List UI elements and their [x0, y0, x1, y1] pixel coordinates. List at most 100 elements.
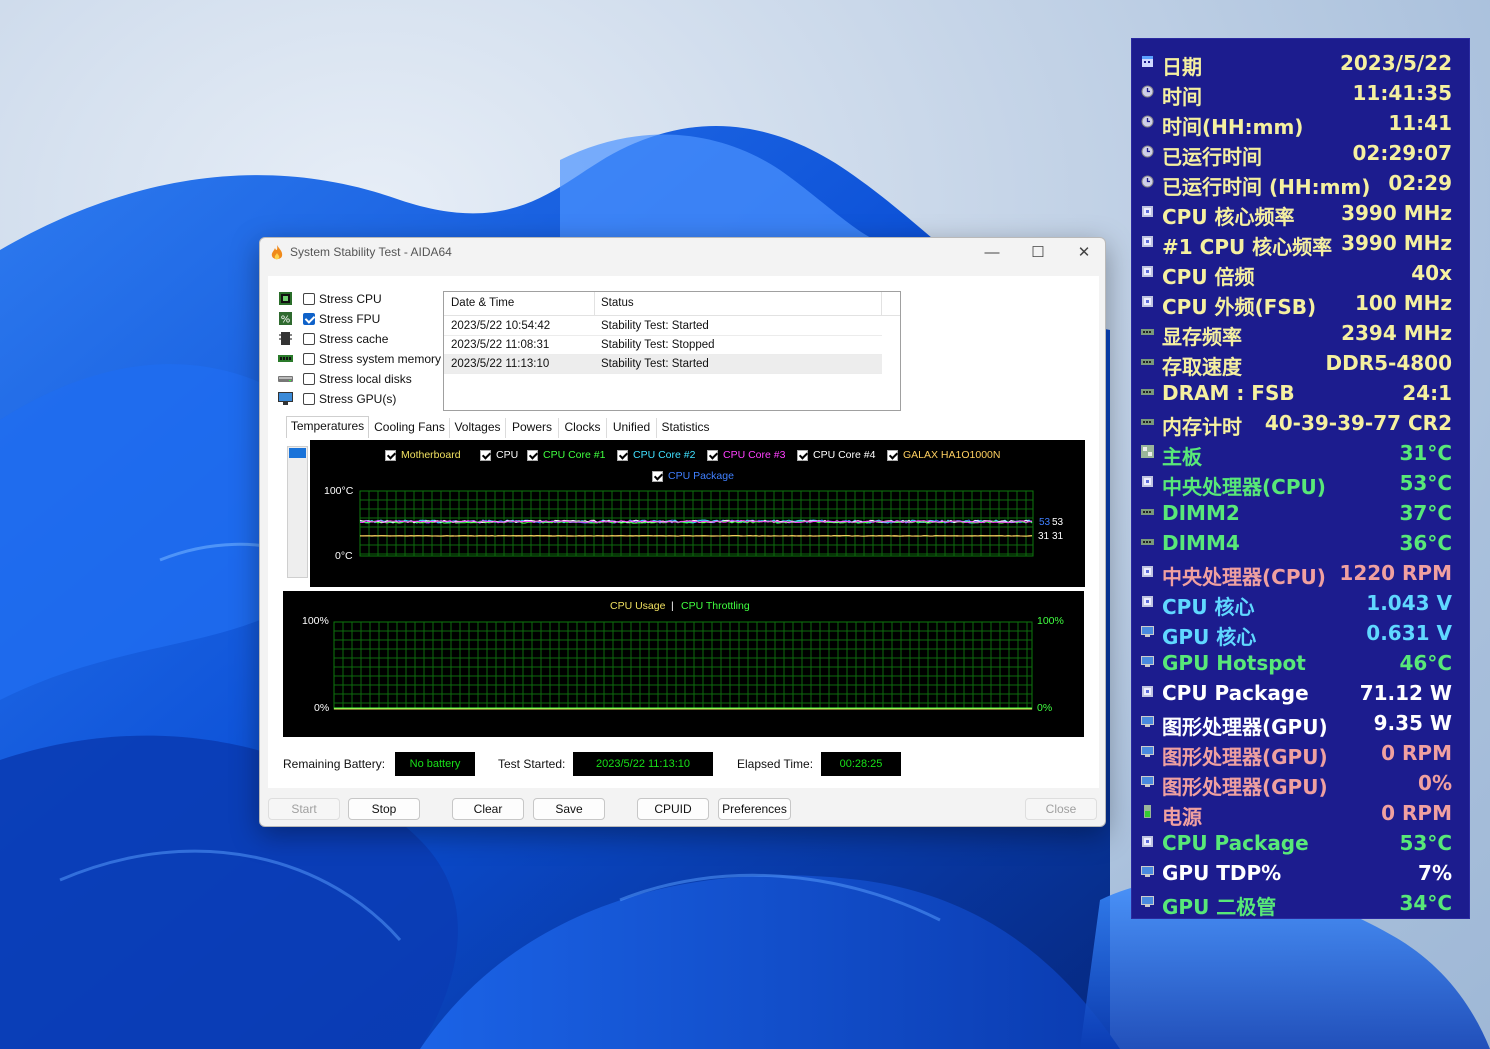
osd-label: 中央处理器(CPU) [1162, 565, 1326, 589]
tab-powers[interactable]: Powers [506, 418, 559, 438]
column-header-datetime[interactable]: Date & Time [451, 297, 514, 309]
stress-gpu-option[interactable]: Stress GPU(s) [278, 390, 448, 408]
osd-label: 图形处理器(GPU) [1162, 745, 1328, 769]
stress-cpu-option[interactable]: Stress CPU [278, 290, 448, 308]
osd-row: GPU 二极管 34°C [1132, 887, 1471, 919]
log-status: Stability Test: Stopped [601, 339, 715, 351]
stress-cpu-checkbox[interactable] [303, 293, 315, 305]
tab-temperatures[interactable]: Temperatures [286, 416, 369, 438]
cpuid-button[interactable]: CPUID [637, 798, 709, 820]
preferences-button[interactable]: Preferences [718, 798, 791, 820]
osd-value: 53°C [1399, 471, 1452, 495]
cpu-chip-icon [1142, 236, 1153, 247]
battery-icon [1144, 805, 1151, 818]
battery-value: No battery [395, 752, 475, 776]
plot-frame [359, 490, 1034, 557]
stress-disks-option[interactable]: Stress local disks [278, 370, 448, 388]
legend-checkbox[interactable] [617, 450, 628, 461]
flame-icon [271, 245, 283, 260]
scrollbar-thumb[interactable] [289, 448, 306, 458]
close-button[interactable]: Close [1025, 798, 1097, 820]
osd-row: 日期 2023/5/22 [1132, 47, 1471, 79]
temp-y-min-label: 0°C [335, 550, 353, 562]
osd-label: CPU Package [1162, 831, 1309, 855]
osd-label: 时间 [1162, 85, 1202, 109]
end-value-label: 31 [1052, 531, 1064, 542]
maximize-button[interactable]: ☐ [1015, 238, 1061, 268]
stress-cache-option[interactable]: Stress cache [278, 330, 448, 348]
stress-gpu-checkbox[interactable] [303, 393, 315, 405]
sensor-osd-panel: 日期 2023/5/22 时间 11:41:35 时间(HH:mm) 11:41 已运行时间… [1131, 38, 1470, 919]
osd-value: 34°C [1399, 891, 1452, 915]
tab-clocks[interactable]: Clocks [559, 418, 607, 438]
title-bar[interactable]: System Stability Test - AIDA64 — ☐ ✕ [260, 238, 1105, 268]
legend-checkbox[interactable] [887, 450, 898, 461]
cpu-chip-icon [279, 292, 292, 305]
osd-value: 40-39-39-77 CR2 [1264, 411, 1452, 435]
monitor-icon [1141, 716, 1154, 727]
osd-value: 02:29:07 [1352, 141, 1453, 165]
legend-label: CPU Core #4 [813, 449, 876, 461]
column-header-status[interactable]: Status [601, 297, 634, 309]
osd-label: 主板 [1162, 445, 1202, 469]
osd-label: #1 CPU 核心频率 [1162, 235, 1333, 259]
stress-disks-checkbox[interactable] [303, 373, 315, 385]
cpu-usage-graph-plot [333, 621, 1033, 710]
legend-checkbox[interactable] [385, 450, 396, 461]
stability-test-window: System Stability Test - AIDA64 — ☐ ✕ Str… [259, 237, 1106, 827]
legend-checkbox[interactable] [707, 450, 718, 461]
legend-label: CPU [496, 449, 519, 461]
tab-statistics[interactable]: Statistics [657, 418, 714, 438]
log-row[interactable]: 2023/5/22 10:54:42 Stability Test: Start… [444, 317, 882, 336]
column-divider [594, 292, 595, 316]
osd-row: DIMM2 37°C [1132, 497, 1471, 527]
stress-memory-checkbox[interactable] [303, 353, 315, 365]
legend-label: CPU Core #3 [723, 449, 786, 461]
stress-fpu-option[interactable]: % Stress FPU [278, 310, 448, 328]
monitor-icon [278, 392, 293, 405]
motherboard-icon [1141, 445, 1154, 458]
stress-disks-label: Stress local disks [319, 372, 412, 386]
cpu-chip-icon [1142, 596, 1153, 607]
plot-frame [333, 621, 1033, 710]
osd-label: 内存计时 [1162, 415, 1242, 439]
graph-list-scrollbar[interactable] [287, 446, 308, 578]
stress-cache-checkbox[interactable] [303, 333, 315, 345]
disk-drive-icon [278, 376, 293, 382]
start-button[interactable]: Start [268, 798, 340, 820]
clock-icon [1141, 115, 1154, 128]
event-log-table[interactable]: Date & Time Status 2023/5/22 10:54:42 St… [443, 291, 901, 411]
osd-value: 11:41 [1388, 111, 1452, 135]
osd-value: 3990 MHz [1341, 231, 1452, 255]
legend-checkbox[interactable] [797, 450, 808, 461]
legend-checkbox[interactable] [527, 450, 538, 461]
log-row[interactable]: 2023/5/22 11:13:10 Stability Test: Start… [444, 355, 882, 374]
legend-separator: | [671, 600, 674, 612]
stress-memory-label: Stress system memory [319, 352, 442, 366]
stress-fpu-checkbox[interactable] [303, 313, 315, 325]
memory-module-icon [1141, 329, 1154, 335]
close-window-button[interactable]: ✕ [1061, 238, 1107, 268]
end-value-label: 31 [1038, 531, 1050, 542]
clear-button[interactable]: Clear [452, 798, 524, 820]
clock-icon [1141, 145, 1154, 158]
minimize-button[interactable]: — [969, 238, 1015, 268]
log-datetime: 2023/5/22 11:13:10 [451, 358, 550, 370]
end-value-label: 53 [1039, 517, 1051, 528]
tab-unified[interactable]: Unified [607, 418, 657, 438]
osd-row: GPU TDP% 7% [1132, 857, 1471, 887]
legend-label: CPU Package [668, 470, 734, 482]
save-button[interactable]: Save [533, 798, 605, 820]
log-row[interactable]: 2023/5/22 11:08:31 Stability Test: Stopp… [444, 336, 882, 355]
stop-button[interactable]: Stop [348, 798, 420, 820]
legend-checkbox[interactable] [480, 450, 491, 461]
legend-checkbox[interactable] [652, 471, 663, 482]
log-status: Stability Test: Started [601, 358, 709, 370]
temperature-graph-plot [359, 490, 1034, 557]
osd-row: 主板 31°C [1132, 437, 1471, 469]
tab-cooling-fans[interactable]: Cooling Fans [370, 418, 450, 438]
tab-voltages[interactable]: Voltages [450, 418, 506, 438]
osd-label: 中央处理器(CPU) [1162, 475, 1326, 499]
osd-label: GPU Hotspot [1162, 651, 1306, 675]
stress-memory-option[interactable]: Stress system memory [278, 350, 448, 368]
